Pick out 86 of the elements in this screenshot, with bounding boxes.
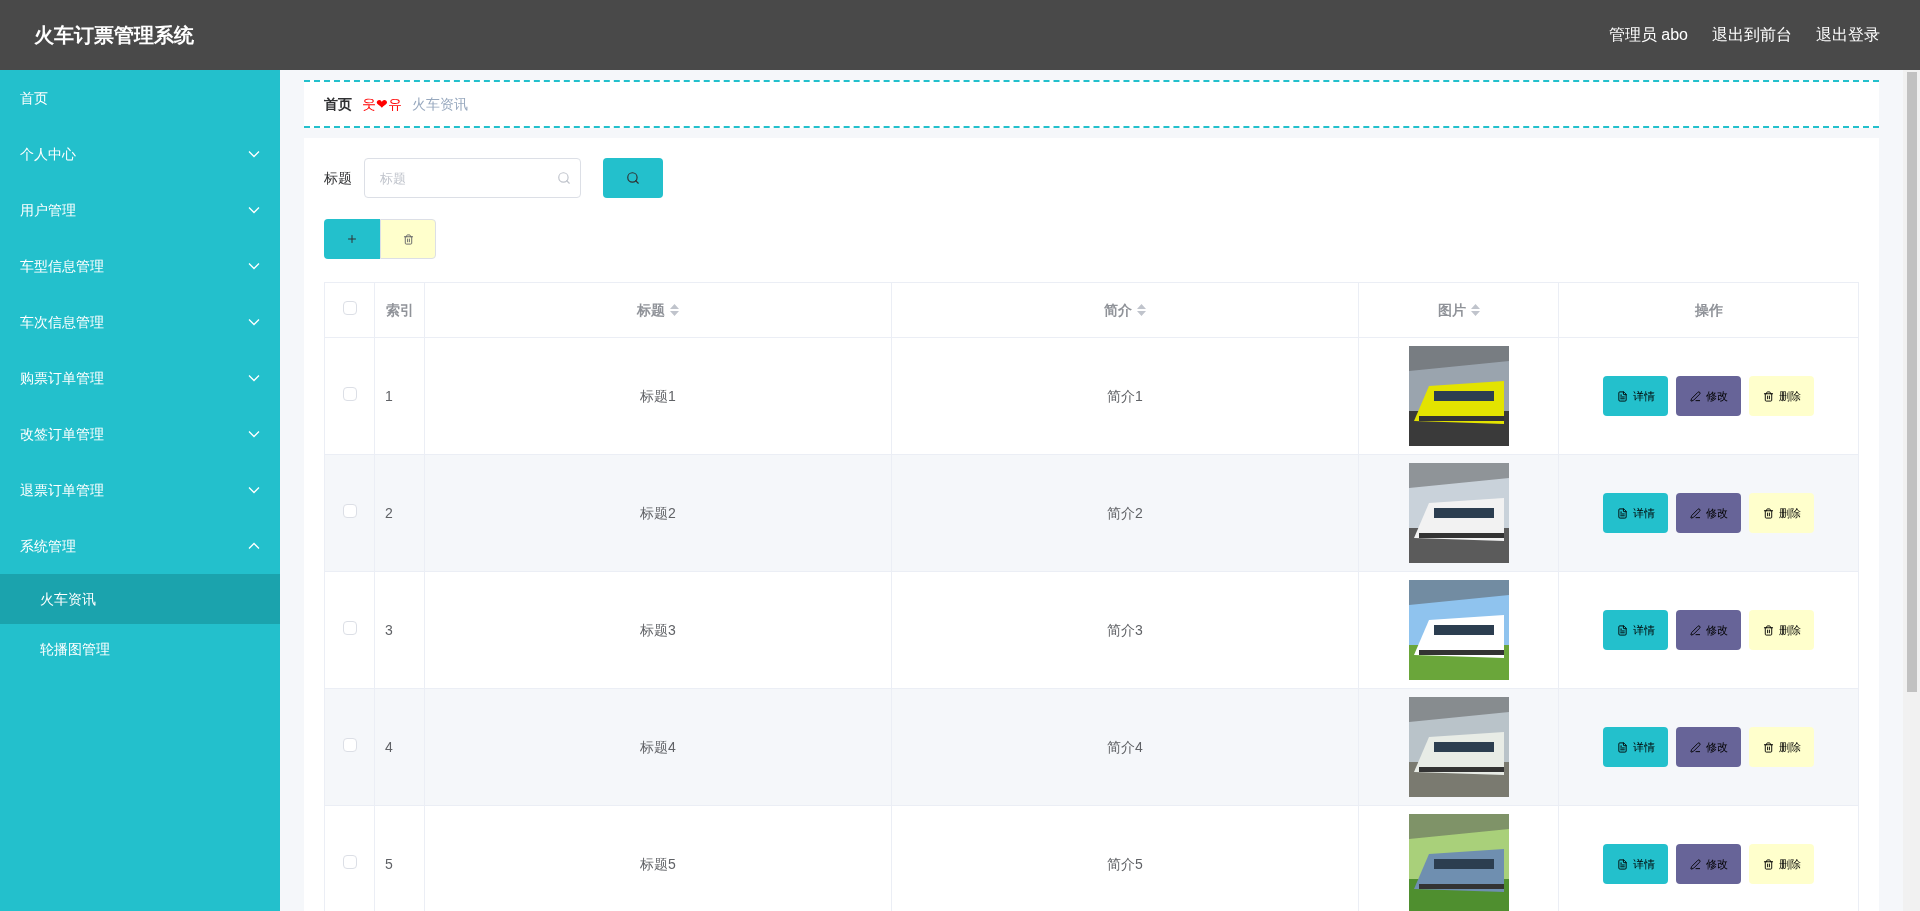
column-header: 简介: [1104, 300, 1132, 320]
pencil-icon: [1689, 507, 1701, 519]
row-action-button[interactable]: 详情: [1603, 376, 1668, 416]
sidebar-item[interactable]: 首页: [0, 70, 280, 126]
table-cell: 简介5: [1107, 855, 1143, 872]
table-cell: 3: [385, 621, 393, 638]
table-cell: 标题2: [640, 504, 676, 521]
search-icon: [626, 171, 640, 185]
row-action-button[interactable]: 删除: [1749, 727, 1814, 767]
column-header: 索引: [385, 300, 414, 320]
column-header: 图片: [1437, 300, 1466, 320]
column-header: 操作: [1694, 300, 1723, 320]
sidebar-subitem[interactable]: 火车资讯: [0, 574, 280, 624]
trash-icon: [1762, 741, 1774, 753]
sort-icon[interactable]: [1137, 304, 1146, 316]
table-cell: 4: [385, 738, 393, 755]
search-icon: [557, 171, 571, 185]
pencil-icon: [1689, 390, 1701, 402]
checkbox[interactable]: [342, 854, 357, 869]
row-action-button[interactable]: 修改: [1676, 493, 1741, 533]
document-icon: [1616, 858, 1628, 870]
header-link[interactable]: 退出登录: [1816, 23, 1880, 47]
checkbox[interactable]: [342, 386, 357, 401]
sort-icon[interactable]: [670, 304, 679, 316]
search-label: 标题: [324, 168, 352, 188]
sidebar-item[interactable]: 购票订单管理: [0, 350, 280, 406]
table-cell: 标题5: [640, 855, 676, 872]
trash-icon: [1762, 858, 1774, 870]
table-cell: 1: [385, 387, 393, 404]
row-action-button[interactable]: 详情: [1603, 727, 1668, 767]
sidebar-item[interactable]: 车型信息管理: [0, 238, 280, 294]
header-link[interactable]: 管理员 abo: [1608, 23, 1688, 47]
row-action-button[interactable]: 修改: [1676, 376, 1741, 416]
sidebar-subitem[interactable]: 轮播图管理: [0, 624, 280, 674]
sidebar-item[interactable]: 用户管理: [0, 182, 280, 238]
checkbox[interactable]: [342, 737, 357, 752]
checkbox[interactable]: [342, 503, 357, 518]
pencil-icon: [1689, 741, 1701, 753]
sidebar-item[interactable]: 系统管理: [0, 518, 280, 574]
delete-button[interactable]: [380, 219, 436, 259]
row-action-button[interactable]: 修改: [1676, 610, 1741, 650]
row-action-button[interactable]: 修改: [1676, 727, 1741, 767]
plus-icon: [346, 233, 358, 245]
table-cell: 标题3: [640, 621, 676, 638]
trash-icon: [1762, 390, 1774, 402]
table-cell: 5: [385, 855, 393, 872]
row-action-button[interactable]: 详情: [1603, 610, 1668, 650]
trash-icon: [1762, 507, 1774, 519]
trash-icon: [1762, 624, 1774, 636]
row-action-button[interactable]: 详情: [1603, 493, 1668, 533]
table-cell: 简介2: [1107, 504, 1143, 521]
header-link[interactable]: 退出到前台: [1712, 23, 1792, 47]
search-button[interactable]: [603, 158, 663, 198]
table-cell: 简介3: [1107, 621, 1143, 638]
document-icon: [1616, 741, 1628, 753]
document-icon: [1616, 507, 1628, 519]
table-cell: 2: [385, 504, 393, 521]
trash-icon: [402, 233, 414, 245]
column-header: 标题: [637, 300, 665, 320]
row-action-button[interactable]: 删除: [1749, 493, 1814, 533]
row-action-button[interactable]: 删除: [1749, 376, 1814, 416]
table-cell: 标题4: [640, 738, 676, 755]
pencil-icon: [1689, 624, 1701, 636]
row-action-button[interactable]: 删除: [1749, 610, 1814, 650]
pencil-icon: [1689, 858, 1701, 870]
document-icon: [1616, 624, 1628, 636]
sidebar-item[interactable]: 车次信息管理: [0, 294, 280, 350]
checkbox[interactable]: [342, 300, 357, 315]
sidebar-item[interactable]: 改签订单管理: [0, 406, 280, 462]
breadcrumb-link[interactable]: 首页: [324, 93, 352, 115]
table-cell: 简介4: [1107, 738, 1143, 755]
app-title: 火车订票管理系统: [34, 23, 194, 48]
row-action-button[interactable]: 删除: [1749, 844, 1814, 884]
breadcrumb-current: 火车资讯: [412, 94, 468, 114]
checkbox[interactable]: [342, 620, 357, 635]
row-action-button[interactable]: 修改: [1676, 844, 1741, 884]
add-button[interactable]: [324, 219, 380, 259]
table-cell: 标题1: [640, 387, 676, 404]
row-action-button[interactable]: 详情: [1603, 844, 1668, 884]
document-icon: [1616, 390, 1628, 402]
sidebar-item[interactable]: 个人中心: [0, 126, 280, 182]
sidebar-item[interactable]: 退票订单管理: [0, 462, 280, 518]
search-field[interactable]: 标题: [364, 158, 581, 198]
sort-icon[interactable]: [1470, 304, 1480, 316]
table-cell: 简介1: [1107, 387, 1143, 404]
breadcrumb-separator: 웃❤유: [362, 94, 402, 114]
